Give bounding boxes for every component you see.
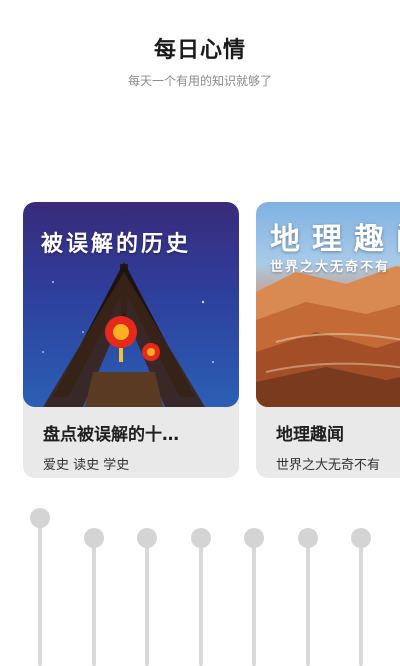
- slider-handle[interactable]: [190, 528, 211, 548]
- mood-slider-1[interactable]: [30, 0, 50, 666]
- mood-slider-7[interactable]: [351, 0, 371, 666]
- mood-slider-2[interactable]: [83, 0, 104, 666]
- mood-slider-6[interactable]: [297, 0, 318, 666]
- slider-track: [252, 538, 256, 666]
- slider-track: [305, 538, 310, 666]
- slider-track: [359, 538, 363, 666]
- slider-handle[interactable]: [244, 528, 264, 548]
- slider-track: [38, 518, 42, 666]
- card-cover-subtitle: 世界之大无奇不有: [270, 260, 391, 275]
- slider-track: [145, 538, 149, 666]
- mood-slider-3[interactable]: [137, 0, 157, 666]
- mood-slider-5[interactable]: [244, 0, 264, 666]
- slider-handle[interactable]: [297, 528, 318, 548]
- mood-slider-4[interactable]: [190, 0, 211, 666]
- slider-track: [91, 538, 96, 666]
- card-cover-title: 被误解的历史: [41, 232, 192, 257]
- slider-handle[interactable]: [30, 508, 50, 528]
- slider-handle[interactable]: [83, 528, 104, 548]
- slider-handle[interactable]: [137, 528, 157, 548]
- card-title[interactable]: 盘点被误解的十…: [43, 420, 179, 445]
- slider-handle[interactable]: [351, 528, 371, 548]
- card-cover-image: 地理趣闻 世界之大无奇不有: [256, 202, 400, 407]
- card-geography-trivia[interactable]: 地理趣闻 世界之大无奇不有 地理趣闻 世界之大无奇不有: [256, 202, 400, 478]
- card-cover-title: 地理趣闻: [270, 222, 400, 257]
- slider-track: [198, 538, 203, 666]
